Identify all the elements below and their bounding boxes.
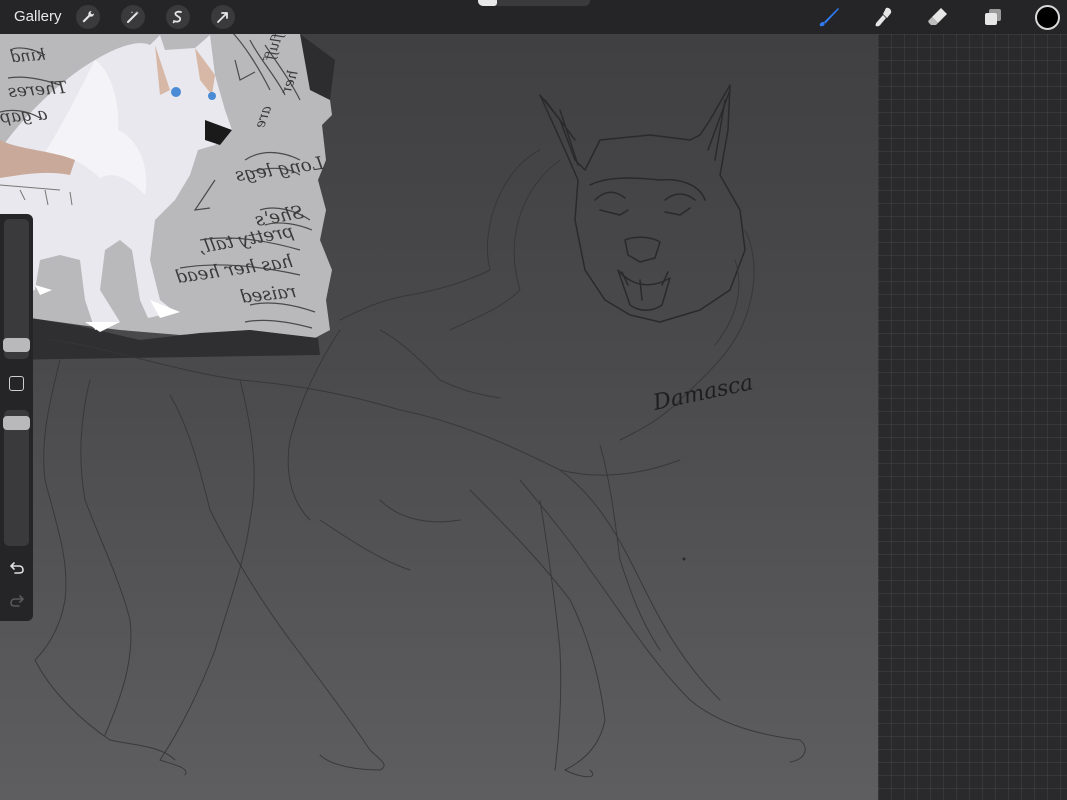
modify-button[interactable] — [9, 376, 24, 391]
left-sidebar — [0, 214, 33, 621]
quick-menu-tab-knob — [478, 0, 497, 6]
brush-opacity-thumb[interactable] — [3, 416, 30, 430]
grid-workspace — [878, 34, 1067, 800]
eraser-tool-button[interactable] — [925, 4, 951, 30]
color-picker-button[interactable] — [1035, 5, 1060, 30]
adjustments-button[interactable] — [121, 5, 145, 29]
smudge-icon — [875, 7, 892, 27]
eraser-icon — [928, 8, 947, 25]
gallery-button[interactable]: Gallery — [14, 8, 62, 25]
drawing-canvas[interactable]: Damasca — [0, 0, 878, 800]
layers-button[interactable] — [980, 4, 1006, 30]
undo-icon — [9, 562, 24, 574]
brush-icon — [819, 8, 839, 27]
transform-arrow-icon — [217, 12, 228, 23]
procreate-app: Damasca Gallery Long legs She's pretty t… — [0, 0, 1067, 800]
redo-button[interactable] — [6, 592, 27, 610]
brush-size-thumb[interactable] — [3, 338, 30, 352]
smudge-tool-button[interactable] — [871, 4, 897, 30]
actions-button[interactable] — [76, 5, 100, 29]
canvas-artwork: Damasca — [0, 29, 806, 778]
signature-text: Damasca — [650, 370, 755, 416]
undo-button[interactable] — [6, 559, 27, 577]
layers-icon — [985, 9, 1001, 25]
brush-opacity-slider[interactable] — [4, 410, 29, 546]
wolf-sketch — [539, 84, 746, 323]
magic-wand-icon — [127, 11, 139, 23]
brush-tool-button[interactable] — [816, 4, 842, 30]
selection-button[interactable] — [166, 5, 190, 29]
transform-button[interactable] — [211, 5, 235, 29]
wrench-icon — [82, 10, 95, 23]
top-toolbar: Gallery — [0, 0, 1067, 34]
redo-icon — [9, 595, 24, 607]
selection-icon — [172, 10, 182, 24]
